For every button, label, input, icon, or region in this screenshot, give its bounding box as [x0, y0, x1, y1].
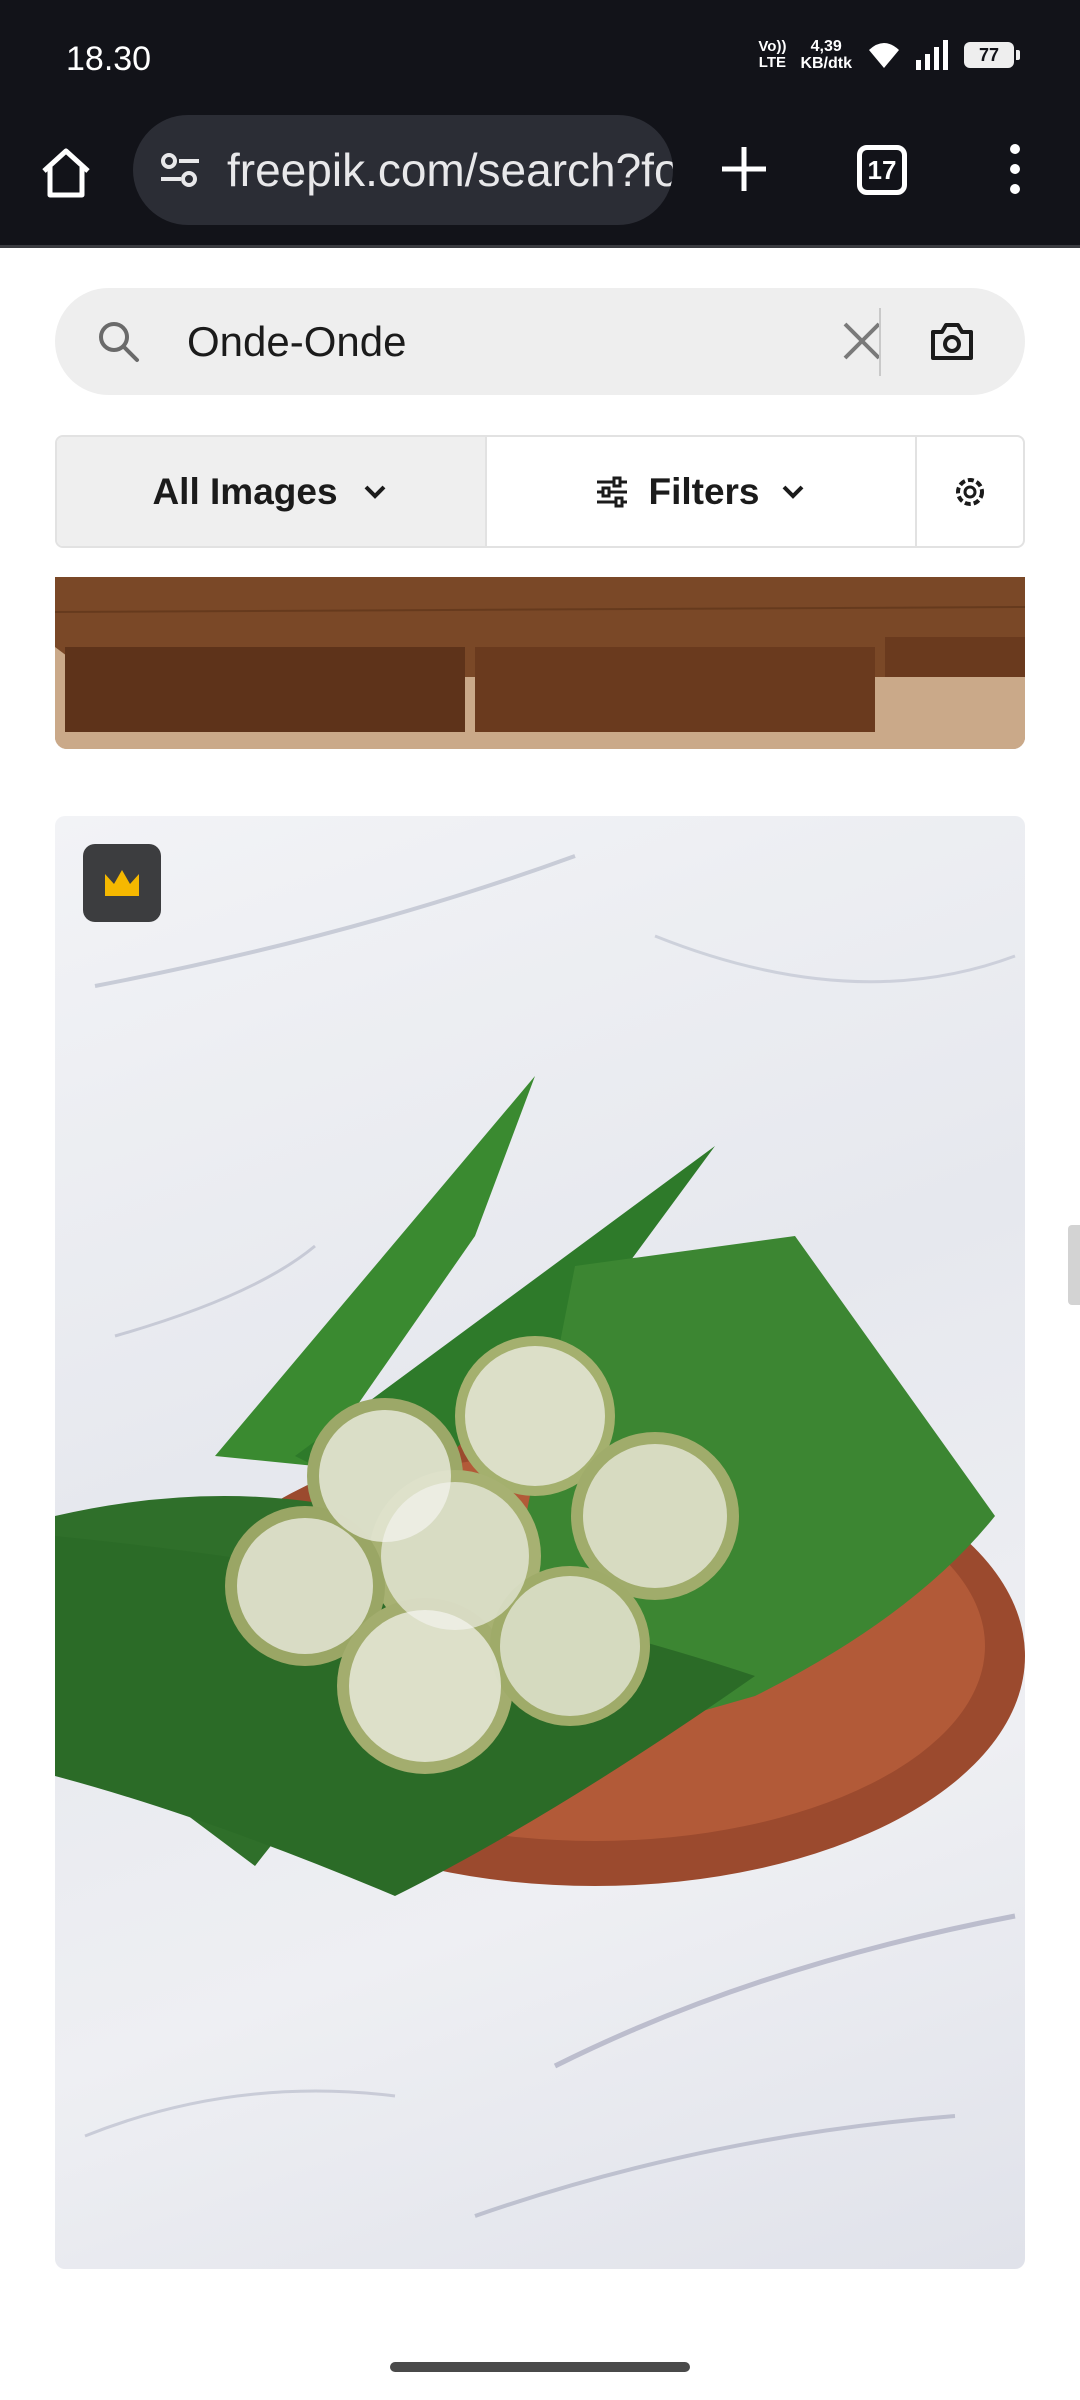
camera-icon[interactable]	[927, 316, 977, 366]
more-vert-icon[interactable]	[1000, 139, 1030, 199]
gear-icon	[956, 477, 984, 506]
crown-icon	[105, 870, 139, 896]
filters-button[interactable]: Filters	[487, 437, 917, 546]
image-type-label: All Images	[152, 470, 338, 512]
filter-bar: All Images Filters	[55, 435, 1025, 548]
premium-badge	[83, 844, 161, 922]
site-settings-icon[interactable]	[155, 145, 205, 195]
signal-icon	[916, 40, 948, 70]
filters-label: Filters	[648, 470, 760, 512]
status-bar: 18.30 Vo)) LTE 4,39 KB/dtk 77	[0, 0, 1080, 115]
tabs-icon[interactable]: 17	[857, 145, 907, 195]
search-icon	[99, 322, 139, 362]
volte-indicator: Vo)) LTE	[758, 38, 787, 71]
result-image-onde-onde[interactable]	[55, 816, 1025, 2269]
search-bar[interactable]: Onde-Onde	[55, 288, 1025, 395]
status-time: 18.30	[66, 40, 152, 78]
gesture-home-indicator[interactable]	[390, 2362, 690, 2372]
address-bar[interactable]: freepik.com/search?format=search&query=O…	[133, 115, 673, 225]
image-type-dropdown[interactable]: All Images	[57, 437, 487, 546]
new-tab-icon[interactable]	[716, 141, 772, 197]
scrollbar-thumb[interactable]	[1068, 1225, 1080, 1305]
url-text: freepik.com/search?format=search&query=O…	[227, 144, 673, 196]
browser-toolbar: freepik.com/search?format=search&query=O…	[0, 115, 1080, 248]
wooden-board-graphic	[55, 577, 1025, 749]
network-speed: 4,39 KB/dtk	[800, 38, 852, 72]
chevron-down-icon	[364, 485, 385, 499]
sliders-icon	[597, 476, 628, 507]
home-icon[interactable]	[36, 143, 96, 203]
wifi-icon	[869, 43, 899, 68]
onde-onde-photo	[55, 854, 1025, 2218]
result-image-wooden-board[interactable]	[55, 577, 1025, 749]
status-indicators: Vo)) LTE 4,39 KB/dtk 77	[758, 38, 1020, 72]
settings-button[interactable]	[917, 437, 1023, 546]
search-divider	[879, 308, 881, 376]
search-input[interactable]: Onde-Onde	[187, 318, 406, 366]
chevron-down-icon	[782, 485, 803, 499]
battery-icon: 77	[964, 42, 1020, 68]
